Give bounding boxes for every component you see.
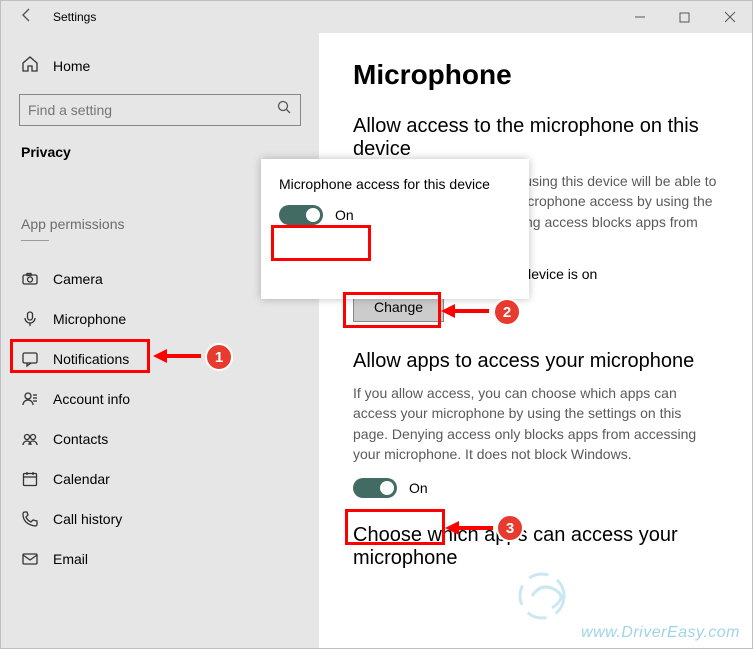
sidebar-item-label: Camera xyxy=(53,271,103,287)
sidebar-item-microphone[interactable]: Microphone xyxy=(1,299,319,339)
popup-title: Microphone access for this device xyxy=(279,175,511,193)
section2-title: Allow apps to access your microphone xyxy=(353,350,718,373)
minimize-button[interactable] xyxy=(617,1,662,33)
section2-desc: If you allow access, you can choose whic… xyxy=(353,383,718,464)
close-button[interactable] xyxy=(707,1,752,33)
apps-toggle[interactable] xyxy=(353,478,397,498)
sidebar-item-calendar[interactable]: Calendar xyxy=(1,459,319,499)
sidebar-item-label: Calendar xyxy=(53,471,110,487)
nav-list: Camera Microphone Notifications Account … xyxy=(1,259,319,579)
home-icon xyxy=(21,55,39,76)
sidebar-item-label: Notifications xyxy=(53,351,129,367)
apps-toggle-label: On xyxy=(409,480,428,496)
microphone-access-popup: Microphone access for this device On xyxy=(261,159,529,299)
section-underline xyxy=(21,240,49,241)
sidebar-item-email[interactable]: Email xyxy=(1,539,319,579)
home-nav[interactable]: Home xyxy=(1,47,319,84)
popup-toggle[interactable] xyxy=(279,205,323,225)
section1-title: Allow access to the microphone on this d… xyxy=(353,115,718,161)
popup-toggle-row[interactable]: On xyxy=(279,205,511,225)
camera-icon xyxy=(21,270,39,288)
sidebar-item-label: Account info xyxy=(53,391,130,407)
sidebar-item-contacts[interactable]: Contacts xyxy=(1,419,319,459)
sidebar-item-callhistory[interactable]: Call history xyxy=(1,499,319,539)
apps-toggle-row[interactable]: On xyxy=(353,478,718,498)
content: Microphone Allow access to the microphon… xyxy=(319,33,752,648)
microphone-icon xyxy=(21,310,39,328)
email-icon xyxy=(21,550,39,568)
sidebar-item-label: Call history xyxy=(53,511,122,527)
search-icon xyxy=(277,100,292,120)
sidebar: Home Privacy App permissions Camera Micr… xyxy=(1,33,319,648)
search-input[interactable] xyxy=(19,94,301,126)
account-icon xyxy=(21,390,39,408)
search-field[interactable] xyxy=(28,102,277,118)
sidebar-item-notifications[interactable]: Notifications xyxy=(1,339,319,379)
back-icon[interactable] xyxy=(19,7,35,28)
notifications-icon xyxy=(21,350,39,368)
phone-icon xyxy=(21,510,39,528)
calendar-icon xyxy=(21,470,39,488)
home-label: Home xyxy=(53,58,90,74)
popup-toggle-label: On xyxy=(335,207,354,223)
page-title: Microphone xyxy=(353,59,718,91)
contacts-icon xyxy=(21,430,39,448)
sidebar-item-label: Email xyxy=(53,551,88,567)
titlebar: Settings xyxy=(1,1,752,33)
section3-title: Choose which apps can access your microp… xyxy=(353,524,718,570)
sidebar-item-label: Microphone xyxy=(53,311,126,327)
maximize-button[interactable] xyxy=(662,1,707,33)
sidebar-item-label: Contacts xyxy=(53,431,108,447)
sidebar-item-account[interactable]: Account info xyxy=(1,379,319,419)
window-title: Settings xyxy=(53,10,96,24)
